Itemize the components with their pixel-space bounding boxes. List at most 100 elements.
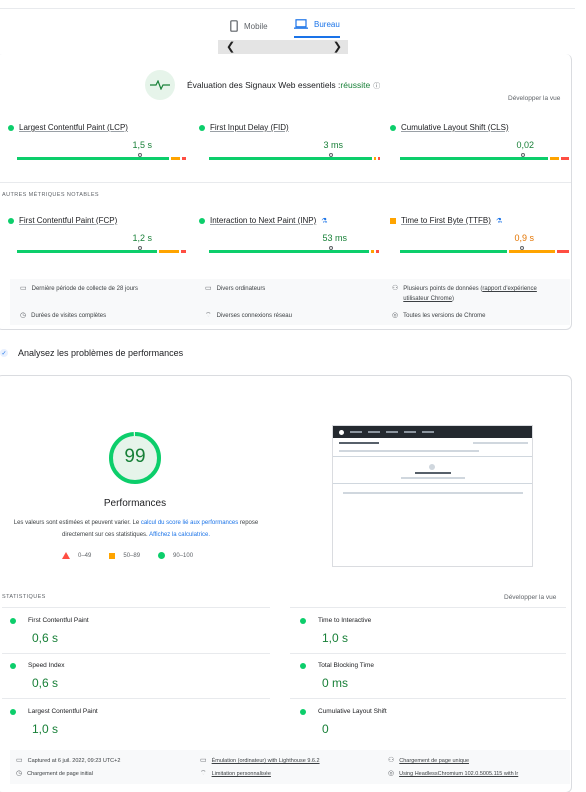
flask-icon: ⚗ bbox=[495, 217, 503, 225]
metric-inp-marker bbox=[329, 246, 333, 250]
metric-inp-label[interactable]: Interaction to Next Paint (INP) bbox=[210, 216, 316, 225]
metric-ttfb-value: 0,9 s bbox=[514, 233, 534, 243]
good-dot-icon bbox=[8, 124, 14, 131]
stat-tbt-value: 0 ms bbox=[322, 676, 349, 690]
expand-view-link[interactable]: Développer la vue bbox=[508, 95, 560, 102]
page-screenshot-thumbnail bbox=[332, 425, 533, 567]
metric-inp[interactable]: Interaction to Next Paint (INP) ⚗ 53 ms bbox=[199, 216, 379, 253]
chevron-left-icon[interactable]: ❮ bbox=[226, 42, 235, 53]
info-period: ▭ Dernière période de collecte de 28 jour… bbox=[20, 284, 138, 294]
assessment-text: Évaluation des Signaux Web essentiels :r… bbox=[187, 80, 380, 91]
score-calculation-link[interactable]: calcul du score lié aux performances bbox=[141, 520, 238, 526]
footer-captured: ▭ Captured at 6 juil. 2022, 09:23 UTC+2 bbox=[16, 756, 120, 766]
performance-score: 99 bbox=[124, 446, 146, 467]
metric-fid[interactable]: First Input Delay (FID) 3 ms bbox=[199, 123, 380, 160]
good-dot-icon bbox=[158, 552, 166, 559]
info-network: ⌔ Diverses connexions réseau bbox=[205, 311, 292, 321]
info-network-text: Diverses connexions réseau bbox=[216, 313, 292, 319]
info-chrome: ◎ Toutes les versions de Chrome bbox=[392, 311, 485, 321]
help-icon[interactable]: ⓘ bbox=[373, 83, 380, 90]
footer-initial-load-text: Chargement de page initial bbox=[27, 771, 93, 777]
footer-emulation-text[interactable]: Émulation (ordinateur) with Lighthouse 9… bbox=[212, 756, 320, 766]
analyze-heading: ✓ Analysez les problèmes de performances bbox=[0, 348, 183, 358]
metric-cls[interactable]: Cumulative Layout Shift (CLS) 0,02 bbox=[390, 123, 569, 160]
metric-fid-bar bbox=[209, 157, 380, 160]
other-metrics-label: AUTRES MÉTRIQUES NOTABLES bbox=[2, 192, 99, 198]
metric-fcp[interactable]: First Contentful Paint (FCP) 1,2 s bbox=[8, 216, 186, 253]
info-datapoints-prefix: Plusieurs points de données ( bbox=[403, 286, 483, 292]
analyze-title: Analysez les problèmes de performances bbox=[18, 348, 184, 358]
good-dot-icon bbox=[10, 662, 16, 669]
good-dot-icon bbox=[199, 217, 205, 224]
stat-tbt: Total Blocking Time 0 ms bbox=[300, 662, 374, 690]
performance-note: Les valeurs sont estimées et peuvent var… bbox=[10, 517, 262, 541]
metric-cls-label[interactable]: Cumulative Layout Shift (CLS) bbox=[401, 123, 509, 132]
stat-divider bbox=[290, 698, 566, 699]
metric-cls-value: 0,02 bbox=[516, 140, 534, 150]
stat-divider bbox=[2, 607, 270, 608]
stat-speed-index: Speed Index 0,6 s bbox=[10, 662, 65, 690]
metric-ttfb-bar bbox=[400, 250, 569, 253]
metric-ttfb-marker bbox=[520, 246, 524, 250]
wifi-icon: ⌔ bbox=[205, 312, 212, 319]
info-visits-text: Durées de visites complètes bbox=[31, 313, 107, 319]
metric-lcp[interactable]: Largest Contentful Paint (LCP) 1,5 s bbox=[8, 123, 186, 160]
tab-desktop[interactable]: Bureau bbox=[294, 14, 340, 38]
monitor-icon: ▭ bbox=[205, 285, 212, 292]
metric-ttfb[interactable]: Time to First Byte (TTFB) ⚗ 0,9 s bbox=[390, 216, 569, 253]
stat-fcp-value: 0,6 s bbox=[32, 631, 59, 645]
tab-mobile-label: Mobile bbox=[244, 21, 268, 31]
flask-icon: ⚗ bbox=[321, 217, 328, 225]
poor-triangle-icon bbox=[62, 552, 70, 559]
footer-throttling-text[interactable]: Limitation personnalisée bbox=[212, 769, 271, 779]
average-square-icon bbox=[109, 552, 116, 559]
footer-single-load-text[interactable]: Chargement de page unique bbox=[399, 756, 469, 766]
stat-cls-label: Cumulative Layout Shift bbox=[318, 708, 387, 715]
chrome-icon: ◎ bbox=[392, 312, 399, 319]
metric-fcp-marker bbox=[138, 246, 142, 250]
good-dot-icon bbox=[300, 708, 306, 715]
calculator-link[interactable]: Affichez la calculatrice. bbox=[149, 532, 210, 538]
metric-fcp-label[interactable]: First Contentful Paint (FCP) bbox=[19, 216, 117, 225]
metric-fid-marker bbox=[329, 153, 333, 157]
calendar-icon: ▭ bbox=[16, 757, 23, 764]
footer-emulation: ▭ Émulation (ordinateur) with Lighthouse … bbox=[200, 756, 320, 766]
metric-cls-marker bbox=[521, 153, 525, 157]
metric-lcp-value: 1,5 s bbox=[132, 140, 152, 150]
good-dot-icon bbox=[199, 124, 205, 131]
stat-tti-value: 1,0 s bbox=[322, 631, 349, 645]
tab-mobile[interactable]: Mobile bbox=[230, 14, 268, 38]
stats-expand-link[interactable]: Développer la vue bbox=[504, 594, 556, 601]
metric-ttfb-label[interactable]: Time to First Byte (TTFB) bbox=[401, 216, 491, 225]
stat-tti: Time to Interactive 1,0 s bbox=[300, 617, 371, 645]
footer-browser-text[interactable]: Using HeadlessChromium 102.0.5005.115 wi… bbox=[399, 769, 518, 779]
metric-lcp-bar bbox=[17, 157, 186, 160]
good-dot-icon bbox=[390, 124, 396, 131]
info-datapoints: ⚇ Plusieurs points de données (rapport d'… bbox=[392, 284, 564, 304]
assessment-prefix: Évaluation des Signaux Web essentiels : bbox=[187, 79, 341, 90]
info-devices-text: Divers ordinateurs bbox=[216, 286, 266, 292]
legend-good: 90–100 bbox=[173, 552, 194, 559]
performance-title: Performances bbox=[103, 498, 167, 509]
stat-si-label: Speed Index bbox=[28, 662, 65, 669]
stat-cls-value: 0 bbox=[322, 722, 329, 736]
metric-fid-label[interactable]: First Input Delay (FID) bbox=[210, 123, 289, 132]
stat-cls: Cumulative Layout Shift 0 bbox=[300, 708, 387, 736]
stat-divider bbox=[2, 698, 270, 699]
info-datapoints-suffix: ) bbox=[451, 296, 454, 302]
note-prefix: Les valeurs sont estimées et peuvent var… bbox=[13, 520, 141, 526]
metric-fcp-value: 1,2 s bbox=[132, 233, 152, 243]
metric-lcp-label[interactable]: Largest Contentful Paint (LCP) bbox=[19, 123, 128, 132]
top-divider bbox=[0, 8, 575, 9]
metric-cls-bar bbox=[400, 157, 569, 160]
calendar-icon: ▭ bbox=[20, 285, 27, 292]
check-icon: ✓ bbox=[0, 349, 8, 357]
chevron-right-icon[interactable]: ❯ bbox=[333, 42, 342, 53]
horizontal-scrollbar[interactable]: ❮ ❯ bbox=[218, 40, 348, 54]
average-square-icon bbox=[390, 217, 396, 224]
legend-average: 50–89 bbox=[123, 552, 141, 559]
footer-initial-load: ◷ Chargement de page initial bbox=[16, 769, 93, 779]
info-period-text: Dernière période de collecte de 28 jours bbox=[31, 286, 139, 292]
tab-desktop-label: Bureau bbox=[314, 19, 340, 29]
good-dot-icon bbox=[8, 217, 14, 224]
